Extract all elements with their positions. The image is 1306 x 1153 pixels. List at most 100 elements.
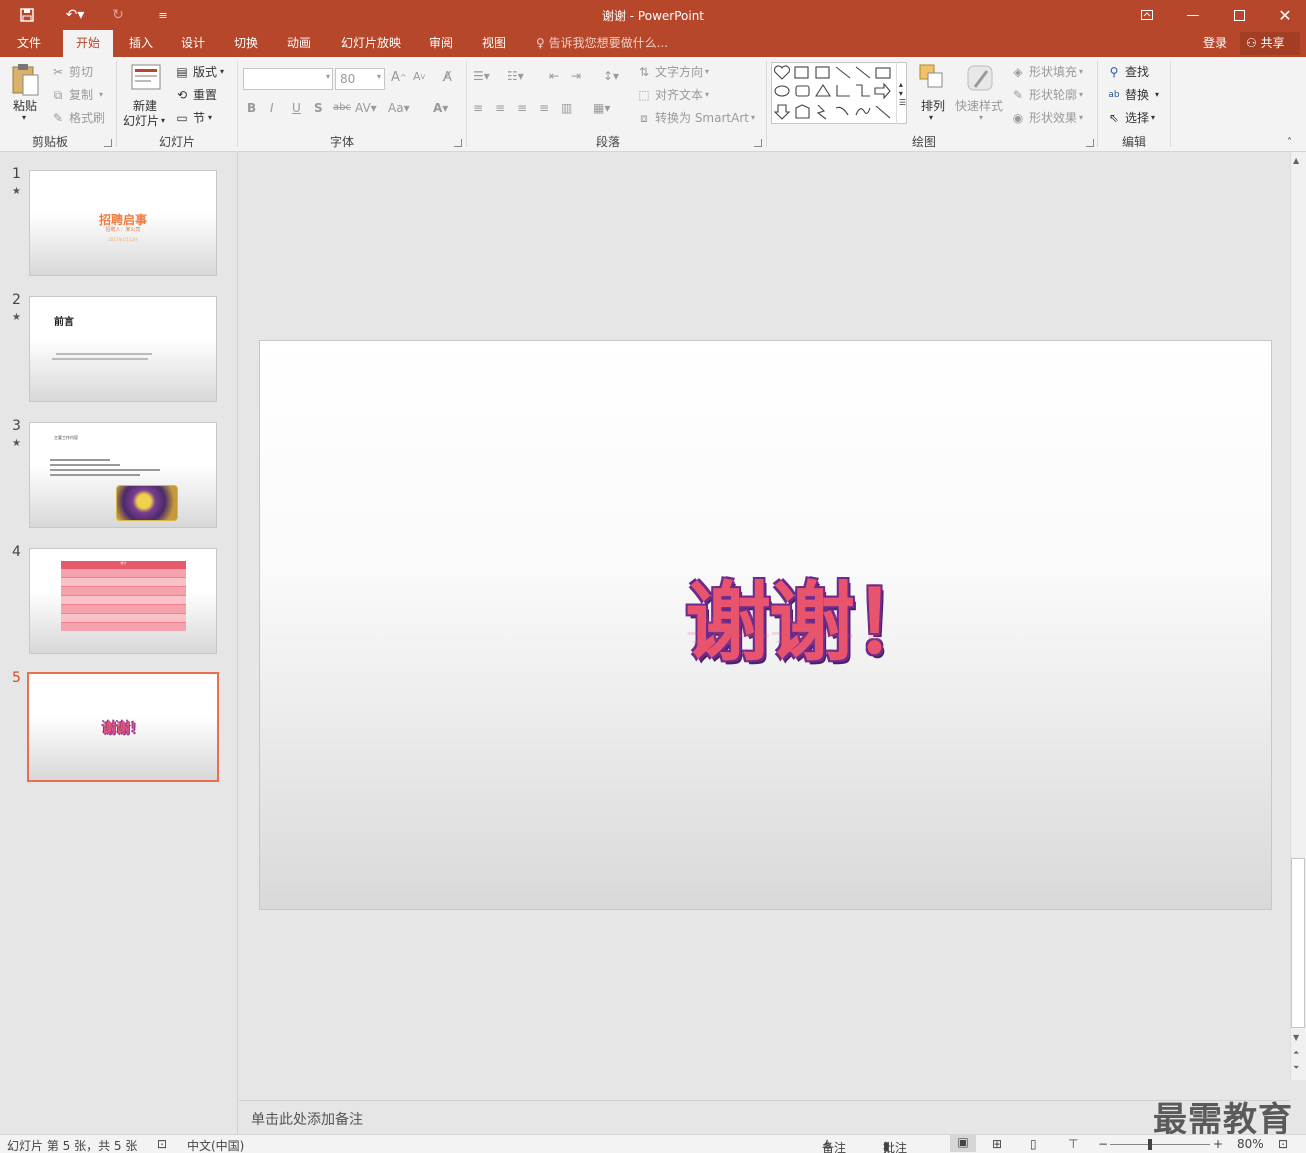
reset-button[interactable]: ⟲ 重置 (174, 86, 217, 103)
slideshow-icon[interactable]: ⊤ (1068, 1137, 1078, 1151)
new-slide-icon[interactable] (130, 62, 162, 97)
copy-button[interactable]: ⧉ 复制 ▾ (50, 86, 103, 103)
zoom-out-icon[interactable]: − (1098, 1137, 1108, 1151)
zoom-in-icon[interactable]: + (1213, 1137, 1223, 1151)
font-dropdown-icon[interactable]: ▾ (326, 72, 330, 81)
tab-insert[interactable]: 插入 (120, 30, 162, 57)
columns-icon[interactable]: ▦▾ (593, 101, 610, 115)
replace-button[interactable]: ab 替换 ▾ (1106, 86, 1159, 103)
decrease-indent-icon[interactable]: ⇤ (549, 69, 559, 83)
new-slide-button[interactable]: 幻灯片 ▾ (123, 112, 165, 129)
find-button[interactable]: ⚲ 查找 (1106, 63, 1149, 80)
sign-in-link[interactable]: 登录 (1203, 30, 1227, 56)
bold-icon[interactable]: B (247, 101, 256, 115)
language-status[interactable]: 中文(中国) (187, 1137, 244, 1153)
character-spacing-icon[interactable]: AV▾ (355, 101, 377, 115)
shapes-gallery[interactable] (771, 62, 907, 124)
slide-thumbnail-3[interactable]: 主要工作内容 (29, 422, 217, 528)
strikethrough-icon[interactable]: abc (333, 102, 351, 113)
arrange-dropdown-icon[interactable]: ▾ (929, 113, 933, 122)
clear-formatting-icon[interactable]: A̸ (443, 70, 452, 85)
shape-outline-button[interactable]: ✎ 形状轮廓 ▾ (1010, 86, 1083, 103)
slide-thumbnail-1[interactable]: 招聘启事 招聘人：某公司 2017年1月12日 (29, 170, 217, 276)
tab-review[interactable]: 审阅 (420, 30, 462, 57)
fit-to-window-icon[interactable]: ⊡ (1278, 1137, 1288, 1151)
clipboard-launcher-icon[interactable] (104, 139, 112, 147)
text-direction-button[interactable]: ⇅ 文字方向 ▾ (636, 63, 709, 80)
reading-view-icon[interactable]: ▯ (1030, 1137, 1037, 1151)
numbering-icon[interactable]: ☷▾ (507, 69, 524, 83)
line-spacing-icon[interactable]: ↕▾ (603, 69, 619, 83)
align-center-icon[interactable]: ≡ (495, 101, 505, 115)
normal-view-icon[interactable]: ▣ (950, 1135, 976, 1152)
shape-fill-button[interactable]: ◈ 形状填充 ▾ (1010, 63, 1083, 80)
underline-icon[interactable]: U (292, 101, 301, 115)
notes-pane[interactable]: 单击此处添加备注 (239, 1100, 1290, 1134)
section-button[interactable]: ▭ 节 ▾ (174, 109, 212, 126)
tab-view[interactable]: 视图 (473, 30, 515, 57)
format-painter-button[interactable]: ✎ 格式刷 (50, 109, 105, 126)
collapse-ribbon-icon[interactable]: ˄ (1287, 137, 1292, 148)
zoom-slider[interactable] (1110, 1144, 1210, 1145)
zoom-level[interactable]: 80% (1237, 1137, 1264, 1151)
font-color-icon[interactable]: A▾ (433, 101, 448, 115)
tab-animations[interactable]: 动画 (278, 30, 320, 57)
spell-check-icon[interactable]: ⊡ (157, 1137, 167, 1151)
close-button[interactable]: ✕ (1262, 0, 1306, 30)
slide-thumbnail-4[interactable]: 统计 (29, 548, 217, 654)
italic-icon[interactable]: I (270, 101, 274, 115)
slide-thumbnail-2[interactable]: 前言 (29, 296, 217, 402)
scrollbar-thumb[interactable] (1291, 858, 1305, 1028)
slide-thumbnail-5[interactable]: 谢谢！ (27, 672, 219, 782)
zoom-slider-knob[interactable] (1148, 1139, 1152, 1150)
share-button[interactable]: ⚇ 共享 (1240, 32, 1300, 55)
tab-transitions[interactable]: 切换 (225, 30, 267, 57)
tab-slideshow[interactable]: 幻灯片放映 (333, 30, 409, 57)
paste-icon[interactable] (10, 63, 40, 100)
slide-sorter-icon[interactable]: ⊞ (992, 1137, 1002, 1151)
convert-smartart-button[interactable]: ⧈ 转换为 SmartArt ▾ (636, 109, 755, 126)
paste-dropdown-icon[interactable]: ▾ (22, 113, 26, 122)
increase-font-icon[interactable]: A ^ (391, 70, 407, 85)
font-launcher-icon[interactable] (454, 139, 462, 147)
minimize-button[interactable]: — (1170, 0, 1216, 30)
align-text-button[interactable]: ⬚ 对齐文本 ▾ (636, 86, 709, 103)
arrange-icon[interactable] (918, 63, 946, 96)
select-button[interactable]: ⇖ 选择 ▾ (1106, 109, 1155, 126)
align-left-icon[interactable]: ≡ (473, 101, 483, 115)
tab-design[interactable]: 设计 (172, 30, 214, 57)
previous-slide-icon[interactable]: ⏶ (1293, 1048, 1299, 1058)
maximize-button[interactable] (1216, 0, 1262, 30)
layout-button[interactable]: ▤ 版式 ▾ (174, 63, 224, 80)
tab-home[interactable]: 开始 (63, 30, 113, 57)
ribbon-display-options-icon[interactable] (1124, 0, 1170, 30)
shapes-scroll-icon[interactable]: ▴ ▾ ☰ (896, 62, 908, 124)
paragraph-launcher-icon[interactable] (754, 139, 762, 147)
increase-indent-icon[interactable]: ⇥ (571, 69, 581, 83)
shape-effects-button[interactable]: ◉ 形状效果 ▾ (1010, 109, 1083, 126)
quick-styles-icon[interactable] (965, 63, 995, 98)
tab-file[interactable]: 文件 (6, 30, 52, 57)
smartart-icon: ⧈ (640, 110, 648, 125)
next-slide-icon[interactable]: ⏷ (1293, 1063, 1299, 1073)
decrease-font-icon[interactable]: Av (413, 70, 425, 83)
bullets-icon[interactable]: ☰▾ (473, 69, 490, 83)
drawing-launcher-icon[interactable] (1086, 139, 1094, 147)
tell-me-box[interactable]: ♀ 告诉我您想要做什么... (536, 30, 668, 57)
justify-icon[interactable]: ≡ (539, 101, 549, 115)
cut-button[interactable]: ✂ 剪切 (50, 63, 93, 80)
arrange-button[interactable]: 排列 (921, 97, 945, 114)
scroll-down-icon[interactable]: ▼ (1293, 1033, 1299, 1042)
quick-styles-button[interactable]: 快速样式 (955, 97, 1003, 114)
font-size-dropdown-icon[interactable]: ▾ (377, 72, 381, 81)
text-shadow-icon[interactable]: S (314, 101, 323, 115)
scroll-up-icon[interactable]: ▲ (1293, 156, 1299, 165)
font-size-combobox[interactable]: 80 ▾ (335, 68, 385, 90)
slide-canvas[interactable]: 谢谢！ 谢谢！ (259, 340, 1272, 910)
change-case-icon[interactable]: Aa▾ (388, 101, 410, 115)
align-right-icon[interactable]: ≡ (517, 101, 527, 115)
paste-button[interactable]: 粘贴 (13, 97, 37, 114)
font-name-combobox[interactable]: ▾ (243, 68, 333, 90)
quick-styles-dropdown-icon[interactable]: ▾ (979, 113, 983, 122)
distributed-icon[interactable]: ▥ (561, 101, 572, 115)
